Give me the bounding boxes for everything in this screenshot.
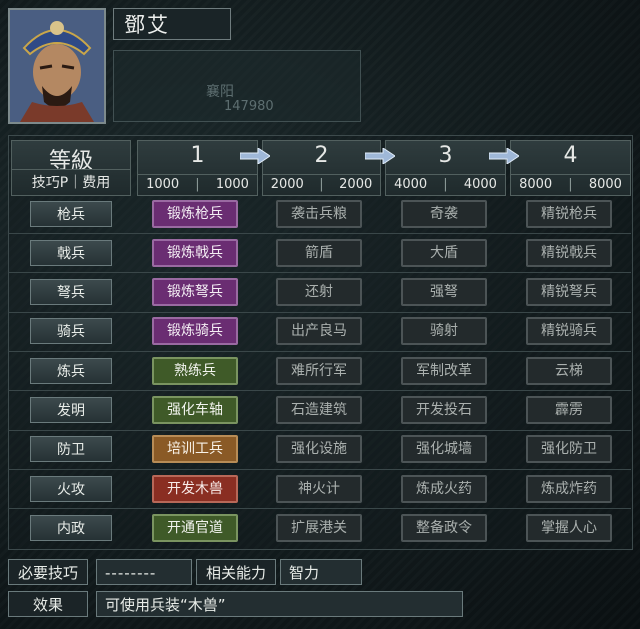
row-divider xyxy=(8,233,631,234)
header-level-4: 4 8000 | 8000 xyxy=(510,140,631,196)
tech-cell[interactable]: 出产良马 xyxy=(276,317,362,345)
level-1-cost: 1000 xyxy=(215,177,249,192)
tech-cell[interactable]: 精锐枪兵 xyxy=(526,200,612,228)
category-halberd[interactable]: 戟兵 xyxy=(30,240,112,266)
row-divider xyxy=(8,272,631,273)
tech-cell[interactable]: 强化城墙 xyxy=(401,435,487,463)
required-skill-value: -------- xyxy=(96,559,192,585)
level-4-cost: 8000 xyxy=(588,177,622,192)
tech-cell[interactable]: 霹雳 xyxy=(526,396,612,424)
category-fire-attack[interactable]: 火攻 xyxy=(30,476,112,502)
related-ability-label: 相关能力 xyxy=(196,559,276,585)
tech-cell[interactable]: 锻炼戟兵 xyxy=(152,239,238,267)
level-4-label: 4 xyxy=(563,143,578,168)
cost-title: 技巧P｜费用 xyxy=(12,169,130,192)
officer-portrait xyxy=(8,8,106,124)
tech-cell[interactable]: 强化车轴 xyxy=(152,396,238,424)
level-3-label: 3 xyxy=(438,143,453,168)
tech-cell[interactable]: 军制改革 xyxy=(401,357,487,385)
tech-cell[interactable]: 难所行军 xyxy=(276,357,362,385)
header-level-2: 2 2000 | 2000 xyxy=(262,140,381,196)
portrait-image xyxy=(10,10,104,122)
header-level-column: 等級 技巧P｜费用 xyxy=(11,140,131,196)
row-divider xyxy=(8,390,631,391)
tech-cell[interactable]: 熟练兵 xyxy=(152,357,238,385)
tech-cell[interactable]: 大盾 xyxy=(401,239,487,267)
tech-cell[interactable]: 袭击兵粮 xyxy=(276,200,362,228)
tech-cell[interactable]: 掌握人心 xyxy=(526,514,612,542)
effect-label: 效果 xyxy=(8,591,88,617)
tech-cell[interactable]: 石造建筑 xyxy=(276,396,362,424)
arrow-right-icon xyxy=(240,148,270,164)
tech-cell[interactable]: 奇袭 xyxy=(401,200,487,228)
level-2-tp: 2000 xyxy=(270,177,304,192)
category-invention[interactable]: 发明 xyxy=(30,397,112,423)
tech-cell[interactable]: 开发投石 xyxy=(401,396,487,424)
row-divider xyxy=(8,469,631,470)
required-skill-label: 必要技巧 xyxy=(8,559,88,585)
tech-cell[interactable]: 培训工兵 xyxy=(152,435,238,463)
tech-cell[interactable]: 整备政令 xyxy=(401,514,487,542)
category-crossbow[interactable]: 弩兵 xyxy=(30,279,112,305)
tech-cell[interactable]: 云梯 xyxy=(526,357,612,385)
row-divider xyxy=(8,430,631,431)
tech-cell[interactable]: 精锐弩兵 xyxy=(526,278,612,306)
tech-cell[interactable]: 锻炼弩兵 xyxy=(152,278,238,306)
tech-cell[interactable]: 炼成炸药 xyxy=(526,475,612,503)
level-3-cost: 4000 xyxy=(463,177,497,192)
category-defense[interactable]: 防卫 xyxy=(30,436,112,462)
tech-cell[interactable]: 强化防卫 xyxy=(526,435,612,463)
related-ability-value: 智力 xyxy=(280,559,362,585)
tech-cell[interactable]: 强化设施 xyxy=(276,435,362,463)
category-spear[interactable]: 枪兵 xyxy=(30,201,112,227)
level-3-tp: 4000 xyxy=(394,177,428,192)
tech-cell[interactable]: 锻炼枪兵 xyxy=(152,200,238,228)
tech-cell[interactable]: 箭盾 xyxy=(276,239,362,267)
level-2-cost: 2000 xyxy=(339,177,373,192)
level-2-label: 2 xyxy=(314,143,329,168)
row-divider xyxy=(8,508,631,509)
category-training[interactable]: 炼兵 xyxy=(30,358,112,384)
arrow-right-icon xyxy=(489,148,519,164)
officer-info-panel: 襄阳 147980 xyxy=(113,50,361,122)
tech-cell[interactable]: 炼成火药 xyxy=(401,475,487,503)
tech-cell[interactable]: 强弩 xyxy=(401,278,487,306)
effect-value: 可使用兵装“木兽” xyxy=(96,591,463,617)
tech-cell[interactable]: 扩展港关 xyxy=(276,514,362,542)
city-name: 襄阳 xyxy=(206,84,234,100)
tech-cell[interactable]: 神火计 xyxy=(276,475,362,503)
level-1-tp: 1000 xyxy=(146,177,180,192)
level-4-tp: 8000 xyxy=(519,177,553,192)
tech-cell[interactable]: 锻炼骑兵 xyxy=(152,317,238,345)
header-level-3: 3 4000 | 4000 xyxy=(385,140,506,196)
officer-name: 鄧艾 xyxy=(113,8,231,40)
tech-cell[interactable]: 精锐戟兵 xyxy=(526,239,612,267)
category-domestic[interactable]: 内政 xyxy=(30,515,112,541)
row-divider xyxy=(8,312,631,313)
tech-cell[interactable]: 开通官道 xyxy=(152,514,238,542)
category-cavalry[interactable]: 骑兵 xyxy=(30,318,112,344)
arrow-right-icon xyxy=(365,148,395,164)
row-divider xyxy=(8,351,631,352)
tech-cell[interactable]: 骑射 xyxy=(401,317,487,345)
tech-cell[interactable]: 精锐骑兵 xyxy=(526,317,612,345)
tech-cell[interactable]: 还射 xyxy=(276,278,362,306)
tech-cell[interactable]: 开发木兽 xyxy=(152,475,238,503)
officer-number: 147980 xyxy=(224,99,274,114)
